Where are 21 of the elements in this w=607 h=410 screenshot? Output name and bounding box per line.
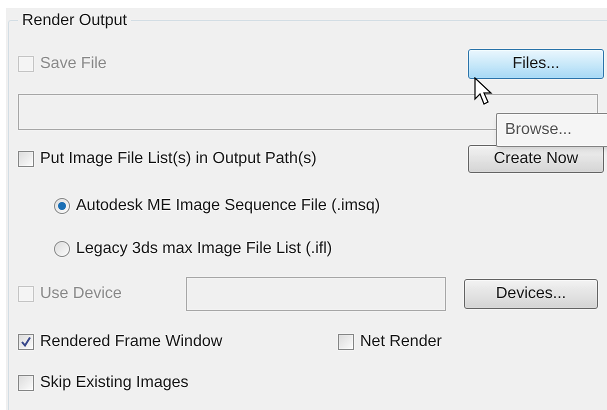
checkbox-label: Skip Existing Images [40, 373, 189, 393]
radio-button[interactable] [54, 240, 70, 256]
checkbox-label: Save File [40, 54, 107, 74]
checkbox-label: Put Image File List(s) in Output Path(s) [40, 149, 317, 169]
checkbox[interactable] [18, 334, 34, 350]
checkbox[interactable] [338, 334, 354, 350]
devices-button[interactable]: Devices... [464, 279, 598, 309]
checkbox-label: Net Render [360, 332, 442, 352]
tooltip: Browse... [496, 113, 607, 147]
radio-button[interactable] [54, 198, 70, 214]
radio-label: Legacy 3ds max Image File List (.ifl) [76, 238, 332, 258]
checkbox[interactable] [18, 375, 34, 391]
create-now-button[interactable]: Create Now [468, 145, 604, 173]
files-button[interactable]: Files... [468, 49, 604, 79]
device-field[interactable] [186, 277, 446, 311]
checkbox-label: Use Device [40, 284, 122, 304]
radio-label: Autodesk ME Image Sequence File (.imsq) [76, 196, 380, 216]
checkmark-icon [20, 336, 32, 348]
checkbox[interactable] [18, 151, 34, 167]
pointer-icon [474, 77, 494, 107]
checkbox-label: Rendered Frame Window [40, 332, 222, 352]
